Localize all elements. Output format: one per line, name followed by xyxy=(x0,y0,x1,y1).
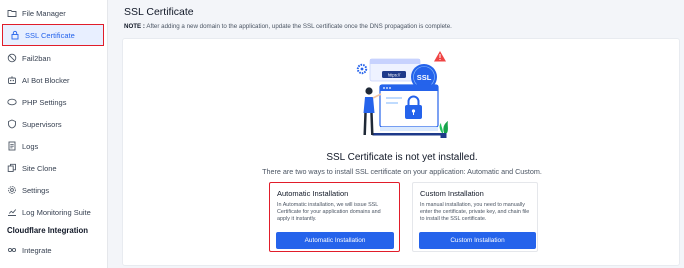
ssl-card: https:// SSL SSL Certificate is not yet … xyxy=(122,38,680,266)
sidebar-item-label: File Manager xyxy=(22,8,66,18)
option-title: Custom Installation xyxy=(420,189,484,198)
sidebar-item-site-clone[interactable]: Site Clone xyxy=(0,157,104,179)
sidebar-item-label: SSL Certificate xyxy=(25,30,75,40)
sidebar-section-title: Cloudflare Integration xyxy=(7,226,89,235)
sidebar-item-label: AI Bot Blocker xyxy=(22,75,70,85)
custom-installation-button[interactable]: Custom Installation xyxy=(419,232,536,249)
sidebar-item-label: Fail2ban xyxy=(22,53,51,63)
sidebar: File Manager SSL Certificate Fail2ban AI… xyxy=(0,0,108,268)
sidebar-item-label: Settings xyxy=(22,185,50,195)
sidebar-item-file-manager[interactable]: File Manager xyxy=(0,2,104,24)
monitor-icon xyxy=(7,207,17,217)
folder-icon xyxy=(7,8,17,18)
gear-icon xyxy=(7,185,17,195)
sidebar-item-label: Log Monitoring Suite xyxy=(22,207,91,217)
sidebar-item-label: Site Clone xyxy=(22,163,57,173)
ssl-badge-text: SSL xyxy=(417,73,432,82)
sidebar-item-log-monitoring-suite[interactable]: Log Monitoring Suite xyxy=(0,201,104,223)
sidebar-item-supervisors[interactable]: Supervisors xyxy=(0,113,104,135)
sidebar-item-label: Supervisors xyxy=(22,119,62,129)
option-description: In manual installation, you need to manu… xyxy=(420,202,530,223)
note-text: After adding a new domain to the applica… xyxy=(144,23,452,30)
sidebar-item-ai-bot-blocker[interactable]: AI Bot Blocker xyxy=(0,69,104,91)
php-icon xyxy=(7,97,17,107)
sidebar-item-label: PHP Settings xyxy=(22,97,67,107)
ban-icon xyxy=(7,53,17,63)
sidebar-item-label: Integrate xyxy=(22,245,52,255)
status-title: SSL Certificate is not yet installed. xyxy=(326,152,478,163)
supervisor-icon xyxy=(7,119,17,129)
sidebar-item-logs[interactable]: Logs xyxy=(0,135,104,157)
logs-icon xyxy=(7,141,17,151)
note-label: NOTE : xyxy=(124,23,145,30)
sidebar-item-fail2ban[interactable]: Fail2ban xyxy=(0,47,104,69)
robot-icon xyxy=(7,75,17,85)
integrate-icon xyxy=(7,245,17,255)
lock-icon xyxy=(10,30,20,40)
sidebar-item-label: Logs xyxy=(22,141,39,151)
sidebar-item-php-settings[interactable]: PHP Settings xyxy=(0,91,104,113)
ssl-illustration: https:// SSL xyxy=(356,51,448,138)
main-content: SSL Certificate NOTE : After adding a ne… xyxy=(108,0,684,268)
page-note: NOTE : After adding a new domain to the … xyxy=(124,23,452,30)
automatic-installation-button[interactable]: Automatic Installation xyxy=(276,232,394,249)
custom-installation-card: Custom Installation In manual installati… xyxy=(412,182,538,252)
option-title: Automatic Installation xyxy=(277,189,349,198)
sidebar-item-settings[interactable]: Settings xyxy=(0,179,104,201)
automatic-installation-card: Automatic Installation In Automatic inst… xyxy=(269,182,400,252)
page-title: SSL Certificate xyxy=(124,6,194,18)
sidebar-item-ssl-certificate[interactable]: SSL Certificate xyxy=(2,24,104,46)
clone-icon xyxy=(7,163,17,173)
sidebar-item-integrate[interactable]: Integrate xyxy=(0,239,104,261)
browser-url-text: https:// xyxy=(388,72,401,77)
status-subtitle: There are two ways to install SSL certif… xyxy=(262,167,542,176)
option-description: In Automatic installation, we will issue… xyxy=(277,202,381,223)
